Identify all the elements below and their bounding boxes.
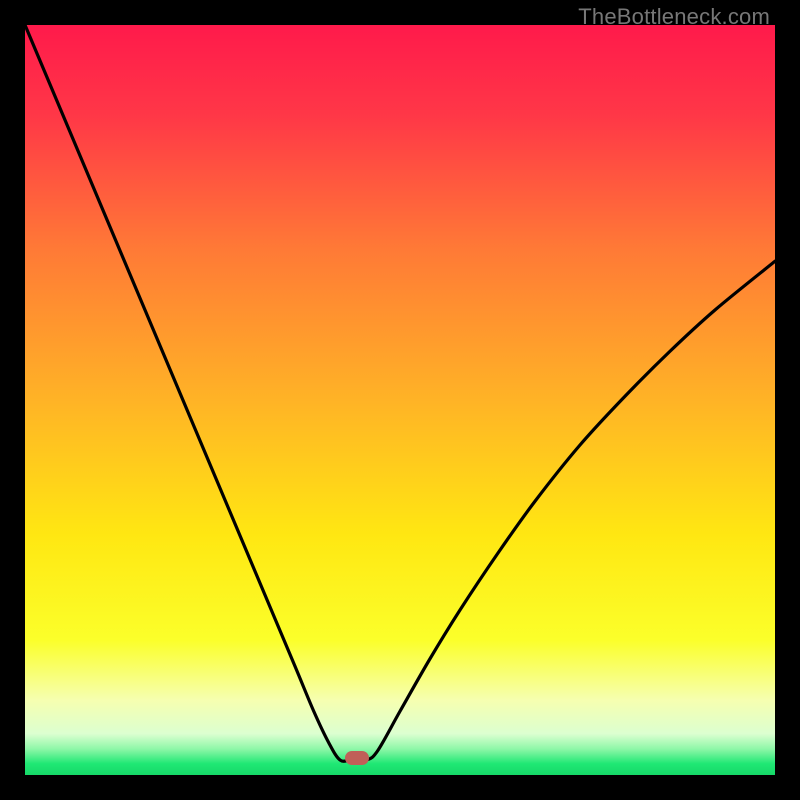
watermark-text: TheBottleneck.com (578, 4, 770, 30)
optimal-point-marker (345, 751, 369, 765)
bottleneck-chart (25, 25, 775, 775)
chart-frame (25, 25, 775, 775)
gradient-background (25, 25, 775, 775)
